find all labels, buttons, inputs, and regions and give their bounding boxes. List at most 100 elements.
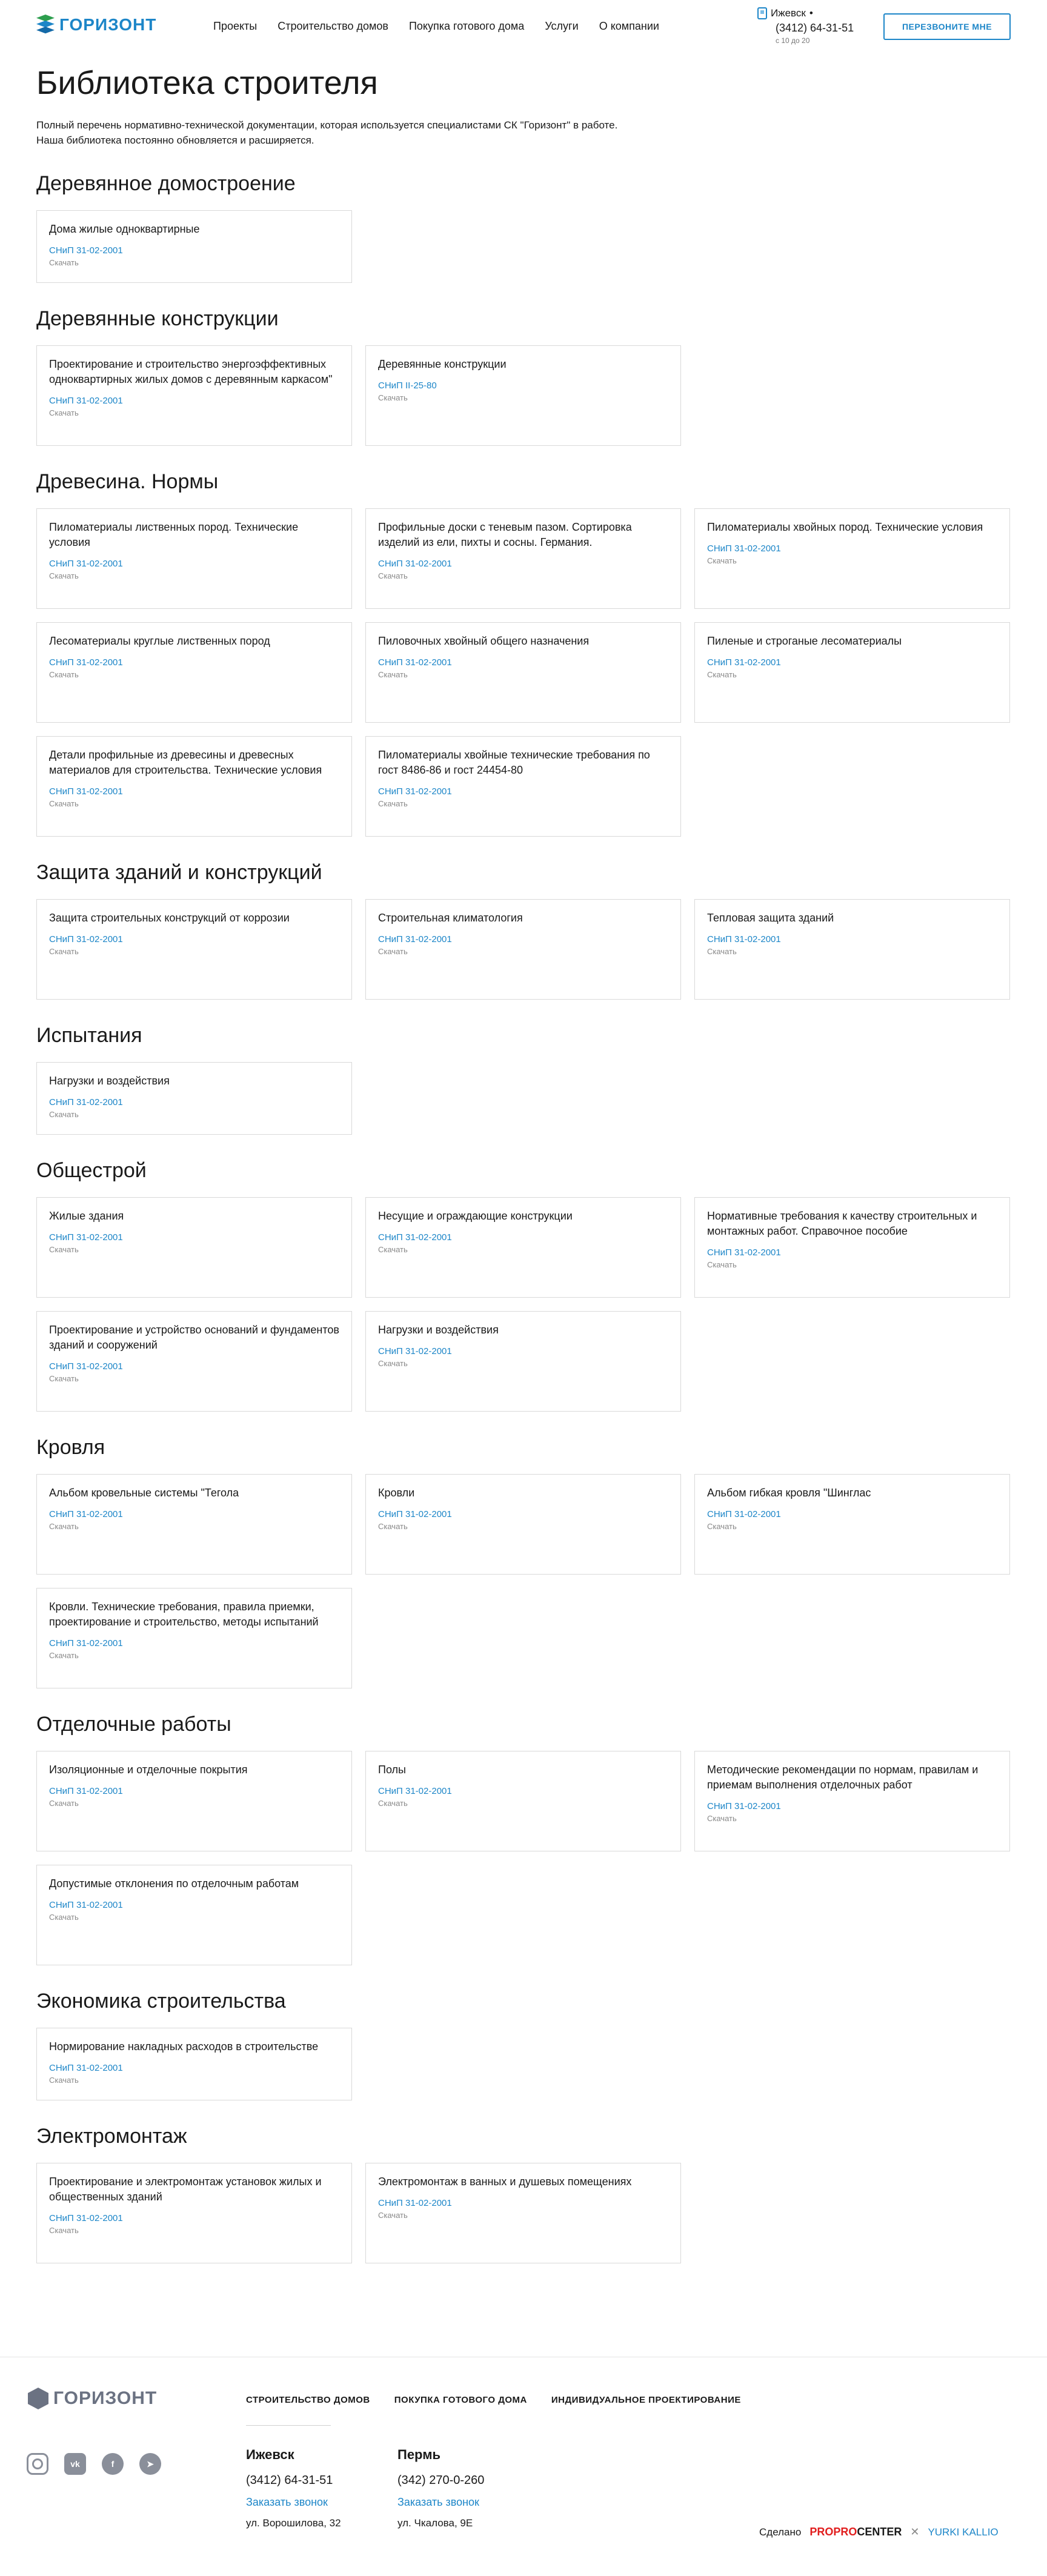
download-link[interactable]: Скачать — [49, 947, 339, 956]
download-link[interactable]: Скачать — [378, 947, 668, 956]
download-link[interactable]: Скачать — [707, 1260, 997, 1269]
document-code-link[interactable]: СНиП 31-02-2001 — [49, 396, 339, 406]
document-code-link[interactable]: СНиП 31-02-2001 — [378, 1786, 668, 1796]
download-link[interactable]: Скачать — [49, 2226, 339, 2235]
office-city: Пермь — [397, 2447, 440, 2462]
document-code-link[interactable]: СНиП 31-02-2001 — [49, 934, 339, 944]
document-code-link[interactable]: СНиП 31-02-2001 — [378, 559, 668, 569]
document-code-link[interactable]: СНиП 31-02-2001 — [49, 1361, 339, 1372]
download-link[interactable]: Скачать — [49, 1522, 339, 1531]
nav-buy-ready-house[interactable]: Покупка готового дома — [409, 20, 524, 33]
document-code-link[interactable]: СНиП 31-02-2001 — [49, 1097, 339, 1107]
document-code-link[interactable]: СНиП 31-02-2001 — [49, 2063, 339, 2073]
download-link[interactable]: Скачать — [49, 670, 339, 679]
document-title: Кровли. Технические требования, правила … — [49, 1601, 319, 1628]
download-link[interactable]: Скачать — [378, 1799, 668, 1808]
document-code-link[interactable]: СНиП 31-02-2001 — [49, 1900, 339, 1910]
document-title: Детали профильные из древесины и древесн… — [49, 749, 322, 776]
document-code-link[interactable]: СНиП II-25-80 — [378, 380, 668, 391]
download-link[interactable]: Скачать — [49, 799, 339, 808]
document-code-link[interactable]: СНиП 31-02-2001 — [49, 1638, 339, 1648]
document-code-link[interactable]: СНиП 31-02-2001 — [378, 934, 668, 944]
office-phone[interactable]: (342) 270-0-260 — [397, 2474, 484, 2488]
document-code-link[interactable]: СНиП 31-02-2001 — [378, 786, 668, 797]
document-code-link[interactable]: СНиП 31-02-2001 — [378, 657, 668, 668]
download-link[interactable]: Скачать — [49, 1110, 339, 1119]
document-code-link[interactable]: СНиП 31-02-2001 — [707, 657, 997, 668]
yurki-kallio-logo[interactable]: YURKI KALLIO — [928, 2526, 998, 2538]
download-link[interactable]: Скачать — [707, 947, 997, 956]
download-link[interactable]: Скачать — [707, 556, 997, 565]
facebook-icon[interactable]: f — [102, 2453, 124, 2475]
document-code-link[interactable]: СНиП 31-02-2001 — [49, 2213, 339, 2223]
order-call-link[interactable]: Заказать звонок — [397, 2496, 484, 2509]
document-title: Деревянные конструкции — [378, 358, 507, 370]
instagram-icon[interactable] — [27, 2453, 48, 2475]
footer-nav-house-building[interactable]: СТРОИТЕЛЬСТВО ДОМОВ — [246, 2395, 370, 2405]
nav-about[interactable]: О компании — [599, 20, 659, 33]
document-code-link[interactable]: СНиП 31-02-2001 — [707, 1801, 997, 1811]
document-code-link[interactable]: СНиП 31-02-2001 — [378, 1509, 668, 1519]
document-code-link[interactable]: СНиП 31-02-2001 — [49, 1786, 339, 1796]
document-grid: Пиломатериалы лиственных пород. Техничес… — [36, 508, 1011, 837]
document-code-link[interactable]: СНиП 31-02-2001 — [378, 2198, 668, 2208]
office-phone[interactable]: (3412) 64-31-51 — [246, 2474, 341, 2488]
nav-projects[interactable]: Проекты — [213, 20, 257, 33]
logo[interactable]: ГОРИЗОНТ — [36, 15, 156, 35]
download-link[interactable]: Скачать — [707, 670, 997, 679]
download-link[interactable]: Скачать — [378, 393, 668, 402]
document-code-link[interactable]: СНиП 31-02-2001 — [49, 559, 339, 569]
download-link[interactable]: Скачать — [49, 1245, 339, 1254]
document-code-link[interactable]: СНиП 31-02-2001 — [49, 1509, 339, 1519]
callback-button[interactable]: ПЕРЕЗВОНИТЕ МНЕ — [883, 13, 1011, 40]
document-code-link[interactable]: СНиП 31-02-2001 — [49, 786, 339, 797]
download-link[interactable]: Скачать — [378, 1359, 668, 1368]
document-title: Нагрузки и воздействия — [378, 1324, 499, 1336]
city-selector[interactable]: Ижевск • — [757, 7, 854, 19]
office-izhevsk: Ижевск (3412) 64-31-51 Заказать звонок у… — [246, 2447, 341, 2529]
propro-center-logo[interactable]: PROPROCENTER — [809, 2526, 902, 2538]
section-title: Деревянное домостроение — [36, 172, 296, 195]
download-link[interactable]: Скачать — [378, 2211, 668, 2220]
document-card: Пиломатериалы хвойные технические требов… — [365, 736, 681, 837]
header-phone[interactable]: (3412) 64-31-51 — [776, 22, 854, 35]
download-link[interactable]: Скачать — [49, 2076, 339, 2085]
footer-logo[interactable]: ГОРИЗОНТ — [28, 2388, 157, 2409]
download-link[interactable]: Скачать — [378, 1522, 668, 1531]
order-call-link[interactable]: Заказать звонок — [246, 2496, 341, 2509]
download-link[interactable]: Скачать — [49, 1374, 339, 1383]
footer-nav-custom-design[interactable]: ИНДИВИДУАЛЬНОЕ ПРОЕКТИРОВАНИЕ — [551, 2395, 741, 2405]
download-link[interactable]: Скачать — [707, 1814, 997, 1823]
document-code-link[interactable]: СНиП 31-02-2001 — [378, 1346, 668, 1356]
separator-icon: ✕ — [910, 2526, 920, 2538]
document-title: Нормативные требования к качеству строит… — [707, 1210, 977, 1237]
download-link[interactable]: Скачать — [49, 408, 339, 417]
download-link[interactable]: Скачать — [707, 1522, 997, 1531]
download-link[interactable]: Скачать — [49, 1651, 339, 1660]
footer-divider — [246, 2425, 331, 2426]
document-code-link[interactable]: СНиП 31-02-2001 — [707, 1509, 997, 1519]
telegram-icon[interactable]: ➤ — [139, 2453, 161, 2475]
download-link[interactable]: Скачать — [378, 571, 668, 580]
document-code-link[interactable]: СНиП 31-02-2001 — [707, 543, 997, 554]
document-code-link[interactable]: СНиП 31-02-2001 — [707, 934, 997, 944]
document-code-link[interactable]: СНиП 31-02-2001 — [49, 657, 339, 668]
document-code-link[interactable]: СНиП 31-02-2001 — [49, 245, 339, 256]
city-name: Ижевск — [771, 7, 806, 19]
document-code-link[interactable]: СНиП 31-02-2001 — [378, 1232, 668, 1243]
nav-services[interactable]: Услуги — [545, 20, 578, 33]
footer-logo-icon — [28, 2388, 48, 2409]
document-title: Альбом гибкая кровля "Шинглас — [707, 1487, 871, 1499]
download-link[interactable]: Скачать — [49, 571, 339, 580]
download-link[interactable]: Скачать — [49, 258, 339, 267]
vk-icon[interactable]: vk — [64, 2453, 86, 2475]
download-link[interactable]: Скачать — [49, 1913, 339, 1922]
nav-house-building[interactable]: Строительство домов — [278, 20, 388, 33]
footer-nav-buy-ready-house[interactable]: ПОКУПКА ГОТОВОГО ДОМА — [394, 2395, 527, 2405]
download-link[interactable]: Скачать — [378, 1245, 668, 1254]
download-link[interactable]: Скачать — [378, 799, 668, 808]
download-link[interactable]: Скачать — [49, 1799, 339, 1808]
download-link[interactable]: Скачать — [378, 670, 668, 679]
document-code-link[interactable]: СНиП 31-02-2001 — [49, 1232, 339, 1243]
document-code-link[interactable]: СНиП 31-02-2001 — [707, 1247, 997, 1258]
